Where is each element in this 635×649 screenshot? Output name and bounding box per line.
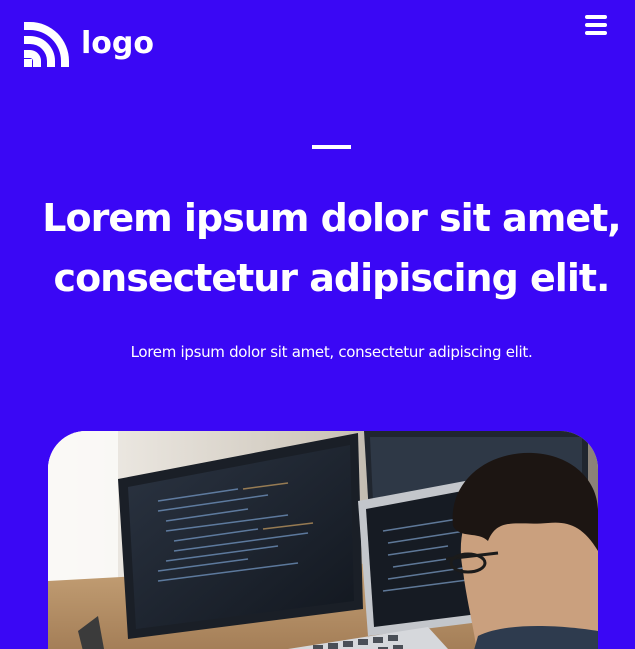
menu-bar: [585, 15, 607, 19]
landing-page: logo Lorem ipsum dolor sit amet, consect…: [0, 0, 635, 649]
developer-at-computer-photo: [48, 431, 598, 649]
hero-image: [48, 431, 598, 649]
accent-divider: [312, 145, 351, 149]
logo-text: logo: [81, 25, 154, 61]
hamburger-menu-icon[interactable]: [585, 15, 607, 35]
headline-line-1: Lorem ipsum dolor sit amet,: [42, 196, 621, 240]
menu-bar: [585, 23, 607, 27]
hero-headline: Lorem ipsum dolor sit amet, consectetur …: [30, 188, 633, 308]
menu-bar: [585, 31, 607, 35]
headline-line-2: consectetur adipiscing elit.: [53, 256, 611, 300]
hero-subtext: Lorem ipsum dolor sit amet, consectetur …: [130, 343, 533, 361]
logo[interactable]: logo: [24, 22, 154, 67]
signal-waves-icon: [24, 22, 69, 67]
